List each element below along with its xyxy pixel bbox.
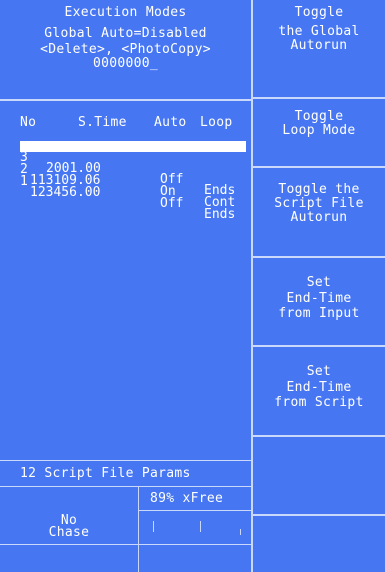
empty-softkey-2[interactable] [253,516,385,572]
free-bottom-divider [138,510,253,511]
col-header-no: No [20,115,37,130]
global-auto-status: Global Auto=Disabled [44,26,207,41]
button-label-line3: Autorun [290,210,348,225]
button-label-line3: from Script [274,395,364,410]
button-label-line3: Autorun [290,38,348,53]
table-row[interactable]: 1 123456.00 Off Ends [20,165,246,221]
button-label-line3: from Input [278,306,360,321]
chase-label-line2: Chase [48,525,90,540]
button-label-line2: Loop Mode [282,123,356,138]
meter-tick-2 [200,521,201,532]
button-label-line2: End-Time [286,380,352,395]
toggle-loop-mode-button[interactable]: Toggle Loop Mode [253,99,385,166]
toggle-script-autorun-button[interactable]: Toggle the Script File Autorun [253,168,385,256]
header-title: Execution Modes [64,5,187,20]
col-header-auto: Auto [154,115,187,130]
set-end-time-input-button[interactable]: Set End-Time from Input [253,258,385,345]
params-top-divider [0,460,253,461]
header-bottom-divider [0,99,253,101]
button-label-line1: Set [306,275,332,290]
set-end-time-script-button[interactable]: Set End-Time from Script [253,347,385,435]
chase-vertical-divider [138,486,139,572]
button-label-line2: Script File [274,196,364,211]
row-auto: Off [160,196,184,211]
footer-bottom-divider [0,544,253,545]
row-loop: Ends [204,207,236,222]
button-label-line2: End-Time [286,291,352,306]
table-row[interactable]: 2 113109.06 On Cont [20,153,246,209]
execution-modes-screen: Execution Modes Global Auto=Disabled <De… [0,0,385,572]
button-label-line1: Toggle [294,109,344,124]
table-row[interactable]: 3 2001.00 Off Ends [20,141,246,197]
toggle-global-autorun-button[interactable]: Toggle the Global Autorun [253,0,385,97]
empty-softkey-1[interactable] [253,437,385,514]
script-file-params: 12 Script File Params [20,466,191,481]
key-hints: <Delete>, <PhotoCopy> [40,42,211,57]
row-start-time: 123456.00 [30,185,101,200]
col-header-start-time: S.Time [78,115,127,130]
meter-tick-1 [153,521,154,532]
no-chase-toggle[interactable]: No Chase [0,487,138,544]
button-label-line1: Toggle [294,5,344,20]
button-label-line2: the Global [278,24,360,39]
col-header-loop: Loop [200,115,233,130]
button-label-line1: Toggle the [278,182,360,197]
meter-tick-3 [240,529,241,535]
free-percentage: 89% xFree [150,491,224,506]
input-value[interactable]: 0000000_ [0,57,251,70]
button-label-line1: Set [306,364,332,379]
row-no: 1 [20,174,28,189]
